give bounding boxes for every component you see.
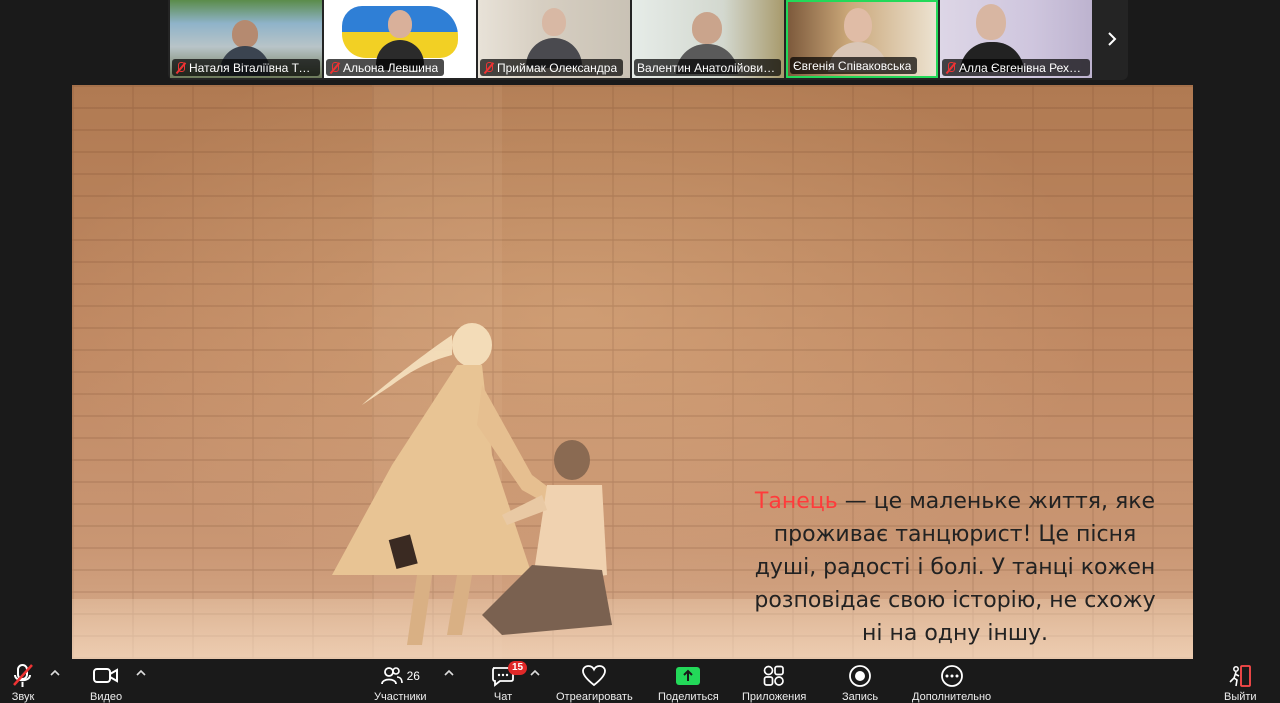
participant-name: Альона Левшина [343, 60, 439, 75]
chevron-up-icon[interactable] [50, 669, 60, 679]
chevron-up-icon[interactable] [444, 669, 454, 679]
participant-tile[interactable]: Приймак Олександра [478, 0, 630, 78]
participant-name-plate: Приймак Олександра [480, 59, 624, 76]
apps-label: Приложения [742, 691, 807, 703]
participant-name-plate: Наталя Віталіївна Те… [172, 59, 320, 76]
zoom-meeting-window: Наталя Віталіївна Те… Альона Левшина При… [0, 0, 1280, 703]
participant-tile[interactable]: Альона Левшина [324, 0, 476, 78]
react-label: Отреагировать [556, 691, 633, 703]
record-button[interactable]: Запись [842, 661, 878, 703]
audio-label: Звук [11, 691, 35, 703]
participants-count: 26 [406, 669, 420, 683]
meeting-toolbar: Звук Видео 26 Участники 15 Чат Отреагиро… [0, 659, 1280, 703]
record-label: Запись [842, 691, 879, 703]
react-button[interactable]: Отреагировать [556, 661, 633, 703]
participants-button-icon-group: 26 [380, 661, 420, 691]
share-label: Поделиться [658, 691, 719, 703]
participant-name-plate: Алла Євгенівна Рехл… [942, 59, 1090, 76]
more-button[interactable]: Дополнительно [912, 661, 991, 703]
chevron-up-icon[interactable] [136, 669, 146, 679]
participant-name: Валентин Анатолійови… [637, 60, 776, 75]
participant-name-plate: Євгенія Співаковська [790, 57, 918, 74]
leave-button[interactable]: Выйти [1224, 661, 1257, 703]
chat-unread-badge: 15 [508, 661, 528, 675]
share-screen-button[interactable]: Поделиться [658, 661, 719, 703]
share-screen-icon [675, 661, 701, 691]
shared-screen-video: Танець — це маленьке життя, яке проживає… [72, 85, 1193, 659]
video-button[interactable]: Видео [90, 661, 122, 703]
more-dots-icon [940, 661, 964, 691]
participant-tile[interactable]: Валентин Анатолійови… [632, 0, 784, 78]
apps-button[interactable]: Приложения [742, 661, 806, 703]
mic-muted-icon [483, 61, 494, 74]
chat-button[interactable]: 15 Чат [490, 661, 528, 703]
video-camera-icon [91, 661, 121, 691]
chat-label: Чат [493, 691, 513, 703]
participant-name-plate: Альона Левшина [326, 59, 445, 76]
dancers-image [332, 323, 612, 645]
participant-gallery: Наталя Віталіївна Те… Альона Левшина При… [168, 0, 1128, 80]
heart-icon [581, 661, 607, 691]
mic-muted-icon [8, 661, 38, 691]
chevron-right-icon[interactable] [1096, 0, 1128, 78]
participants-label: Участники [374, 691, 427, 703]
participant-tile[interactable]: Алла Євгенівна Рехл… [940, 0, 1092, 78]
mic-muted-icon [329, 61, 340, 74]
mic-muted-icon [175, 61, 186, 74]
video-label: Видео [90, 691, 123, 703]
participant-tile[interactable]: Наталя Віталіївна Те… [170, 0, 322, 78]
participants-button[interactable]: 26 Участники [374, 661, 427, 703]
more-label: Дополнительно [912, 691, 992, 703]
chat-bubble-icon: 15 [490, 661, 528, 691]
participant-name: Євгенія Співаковська [793, 58, 912, 73]
chevron-up-icon[interactable] [530, 669, 540, 679]
audio-button[interactable]: Звук [8, 661, 38, 703]
participant-name: Приймак Олександра [497, 60, 618, 75]
leave-label: Выйти [1224, 691, 1257, 703]
leave-door-icon [1227, 661, 1253, 691]
participant-tile-active-speaker[interactable]: Євгенія Співаковська [786, 0, 938, 78]
apps-icon [762, 661, 786, 691]
participant-name: Алла Євгенівна Рехл… [959, 60, 1084, 75]
caption-accent-word: Танець [754, 489, 838, 514]
participants-icon [380, 667, 403, 685]
record-icon [848, 661, 872, 691]
mic-muted-icon [945, 61, 956, 74]
participant-name: Наталя Віталіївна Те… [189, 60, 314, 75]
participant-name-plate: Валентин Анатолійови… [634, 59, 782, 76]
slide-caption: Танець — це маленьке життя, яке проживає… [745, 485, 1165, 650]
